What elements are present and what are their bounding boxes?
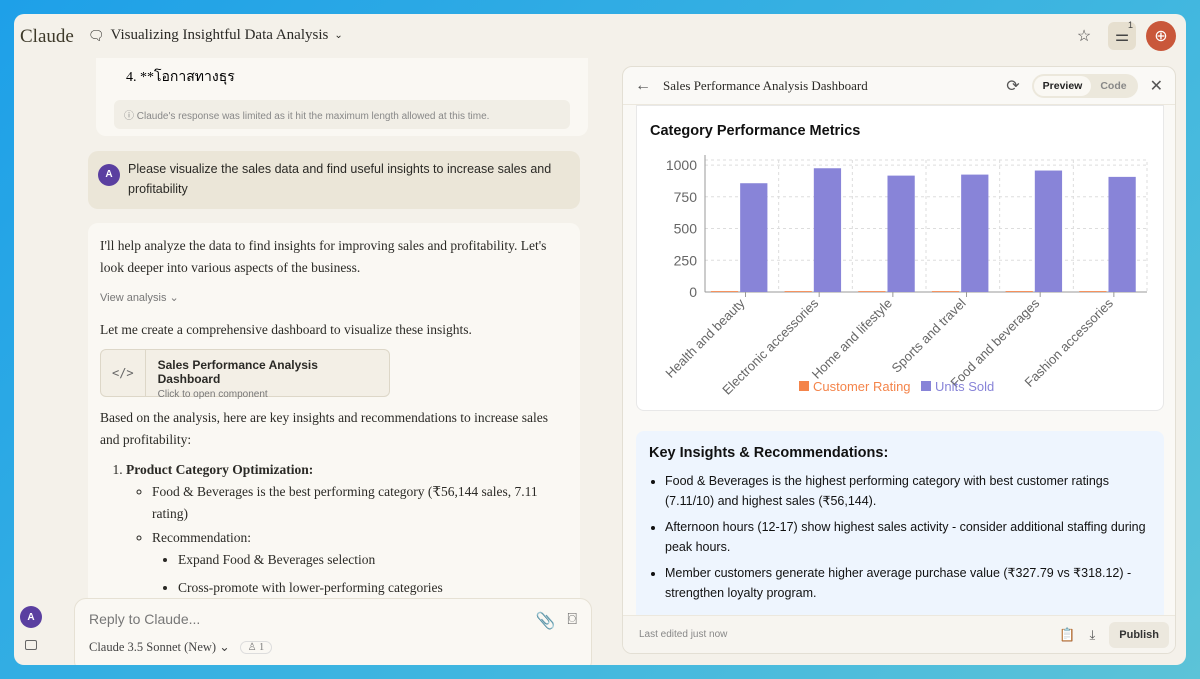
tab-code[interactable]: Code bbox=[1091, 76, 1135, 96]
bar-units-sold bbox=[887, 175, 915, 292]
y-tick-label: 250 bbox=[674, 252, 698, 268]
component-title: Sales Performance Analysis Dashboard bbox=[157, 358, 318, 386]
reply-input[interactable]: Reply to Claude... 📎 ⌼ Claude 3.5 Sonnet … bbox=[74, 598, 592, 665]
artifact-panel: ← Sales Performance Analysis Dashboard ⟳… bbox=[622, 66, 1176, 654]
limit-notice: ⓘ Claude's response was limited as it hi… bbox=[114, 100, 570, 129]
x-tick-label: Sports and travel bbox=[889, 295, 969, 375]
top-bar: Claude 🗨 Visualizing Insightful Data Ana… bbox=[14, 14, 1186, 58]
close-icon[interactable]: ✕ bbox=[1150, 76, 1163, 96]
bar-customer-rating bbox=[710, 291, 739, 292]
legend-swatch bbox=[799, 381, 809, 391]
bar-customer-rating bbox=[784, 291, 812, 292]
new-chat-icon[interactable]: ⊕ bbox=[1146, 21, 1176, 51]
artifact-title: Sales Performance Analysis Dashboard bbox=[663, 77, 868, 93]
user-message: A Please visualize the sales data and fi… bbox=[88, 151, 580, 209]
response-dashboard-text: Let me create a comprehensive dashboard … bbox=[100, 322, 472, 337]
last-edited: Last edited just now bbox=[639, 629, 728, 640]
component-card[interactable]: </> Sales Performance Analysis Dashboard… bbox=[100, 349, 390, 400]
chat-thread: 4. **โอกาสทางธุร ⓘ Claude's response was… bbox=[88, 58, 594, 618]
bar-units-sold bbox=[961, 174, 989, 292]
limit-notice-text: Claude's response was limited as it hit … bbox=[136, 111, 490, 122]
camera-icon[interactable]: ⌼ bbox=[567, 611, 577, 631]
sidebar-toggle-icon[interactable] bbox=[25, 640, 37, 650]
view-analysis-label: View analysis bbox=[100, 292, 167, 304]
download-icon[interactable]: ⤓ bbox=[1090, 627, 1096, 643]
bar-chart: 02505007501000Health and beautyElectroni… bbox=[662, 155, 1148, 398]
badge-count: 1 bbox=[259, 641, 265, 653]
bar-units-sold bbox=[1108, 176, 1136, 292]
model-name: Claude 3.5 Sonnet (New) bbox=[89, 640, 217, 654]
view-analysis-toggle[interactable]: View analysis ⌄ bbox=[100, 287, 568, 309]
conversation-title-button[interactable]: 🗨 Visualizing Insightful Data Analysis ⌄ bbox=[88, 27, 343, 44]
response-based-text: Based on the analysis, here are key insi… bbox=[100, 410, 548, 447]
list-item: Food & Beverages is the best performing … bbox=[152, 481, 568, 525]
y-tick-label: 0 bbox=[689, 284, 697, 300]
x-tick-label: Home and lifestyle bbox=[809, 296, 895, 382]
model-selector[interactable]: Claude 3.5 Sonnet (New) ⌄ bbox=[89, 639, 230, 655]
previous-text: 4. **โอกาสทางธุร bbox=[126, 70, 235, 85]
chat-bubble-icon: 🗨 bbox=[88, 27, 105, 43]
tab-preview[interactable]: Preview bbox=[1033, 75, 1092, 96]
bar-customer-rating bbox=[1079, 291, 1107, 292]
insight-item: Member customers generate higher average… bbox=[665, 563, 1151, 603]
x-tick-label: Health and beauty bbox=[662, 295, 748, 381]
paperclip-icon[interactable]: 📎 bbox=[535, 611, 555, 631]
insights-box: Key Insights & Recommendations: Food & B… bbox=[636, 431, 1164, 631]
bar-customer-rating bbox=[931, 291, 960, 292]
legend-label: Units Sold bbox=[935, 379, 994, 394]
style-badge[interactable]: ♙ 1 bbox=[239, 640, 273, 654]
assistant-response: I'll help analyze the data to find insig… bbox=[88, 223, 580, 618]
publish-button[interactable]: Publish bbox=[1109, 621, 1169, 648]
claude-logo[interactable]: Claude bbox=[20, 26, 74, 48]
response-intro: I'll help analyze the data to find insig… bbox=[100, 238, 547, 275]
insight-item: Food & Beverages is the highest performi… bbox=[665, 471, 1151, 511]
chevron-down-icon: ⌄ bbox=[334, 30, 343, 41]
insight-item: Afternoon hours (12-17) show highest sal… bbox=[665, 517, 1151, 557]
list-item: Product Category Optimization: Food & Be… bbox=[126, 459, 568, 599]
list-item: Cross-promote with lower-performing cate… bbox=[178, 577, 568, 599]
notification-count: 1 bbox=[1127, 20, 1133, 30]
legend-label: Customer Rating bbox=[813, 379, 911, 394]
y-tick-label: 750 bbox=[674, 189, 698, 205]
y-tick-label: 500 bbox=[674, 221, 698, 237]
bar-units-sold bbox=[740, 183, 768, 292]
clipboard-icon[interactable]: 📋 bbox=[1059, 627, 1075, 643]
app-window: Claude 🗨 Visualizing Insightful Data Ana… bbox=[14, 14, 1186, 665]
reply-placeholder: Reply to Claude... bbox=[89, 611, 201, 627]
code-icon: </> bbox=[101, 350, 146, 396]
legend-swatch bbox=[921, 381, 931, 391]
settings-sliders-button[interactable]: ⚌ 1 bbox=[1108, 20, 1136, 50]
bar-customer-rating bbox=[1005, 291, 1033, 292]
bar-units-sold bbox=[1034, 170, 1063, 292]
previous-response: 4. **โอกาสทางธุร ⓘ Claude's response was… bbox=[96, 58, 588, 136]
refresh-icon[interactable]: ⟳ bbox=[1006, 76, 1019, 96]
list-item: Expand Food & Beverages selection bbox=[178, 549, 568, 571]
user-avatar: A bbox=[98, 164, 120, 186]
insights-title: Key Insights & Recommendations: bbox=[649, 445, 889, 461]
user-message-text: Please visualize the sales data and find… bbox=[128, 162, 552, 196]
bar-units-sold bbox=[813, 168, 842, 292]
component-subtitle: Click to open component bbox=[157, 389, 268, 400]
user-avatar[interactable]: A bbox=[20, 606, 42, 628]
back-arrow-icon[interactable]: ← bbox=[635, 77, 651, 95]
y-tick-label: 1000 bbox=[666, 157, 697, 173]
star-icon[interactable]: ☆ bbox=[1070, 22, 1098, 50]
list-item: Recommendation: Expand Food & Beverages … bbox=[152, 527, 568, 599]
bar-customer-rating bbox=[858, 291, 886, 292]
recommendation-label: Recommendation: bbox=[152, 530, 251, 545]
section-heading: Product Category Optimization: bbox=[126, 462, 314, 477]
chart-card: Category Performance Metrics 0 250 500 750 1… bbox=[636, 105, 1164, 411]
conversation-title: Visualizing Insightful Data Analysis bbox=[110, 27, 329, 43]
